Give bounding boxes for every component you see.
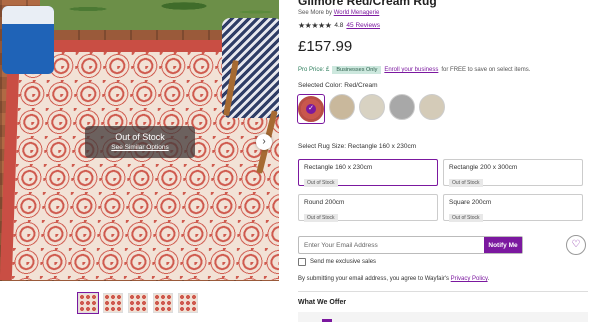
size-option-label: Square 200cm <box>449 199 492 206</box>
swatch-cream[interactable] <box>359 94 385 120</box>
rug-size-label: Select Rug Size: Rectangle 160 x 230cm <box>298 143 417 150</box>
out-of-stock-overlay: Out of Stock See Similar Options <box>85 126 195 158</box>
size-option-rect-160x230[interactable]: Rectangle 160 x 230cm Out of Stock <box>298 159 438 187</box>
product-price: £157.99 <box>298 38 353 55</box>
consent-text: By submitting your email address, you ag… <box>298 276 489 282</box>
swatch-beige[interactable] <box>329 94 355 120</box>
thumbnail-1[interactable] <box>77 292 99 314</box>
businesses-only-badge: Businesses Only <box>332 66 382 74</box>
thumbnail-4[interactable] <box>153 293 173 313</box>
offer-card <box>298 312 588 322</box>
product-main-image[interactable]: Out of Stock See Similar Options › <box>0 0 279 281</box>
out-of-stock-badge: Out of Stock <box>449 214 483 222</box>
see-more-prefix: See More by <box>298 10 333 16</box>
thumbnail-strip <box>77 292 198 314</box>
selected-color-label: Selected Color: Red/Cream <box>298 82 378 89</box>
consent-prefix: By submitting your email address, you ag… <box>298 276 449 282</box>
size-option-rect-200x300[interactable]: Rectangle 200 x 300cm Out of Stock <box>443 159 583 187</box>
swatch-gray[interactable] <box>389 94 415 120</box>
privacy-policy-link[interactable]: Privacy Policy <box>451 276 488 282</box>
thumbnail-2[interactable] <box>103 293 123 313</box>
size-option-round-200[interactable]: Round 200cm Out of Stock <box>298 194 438 222</box>
reviews-link[interactable]: 45 Reviews <box>346 22 380 29</box>
thumbnail-3[interactable] <box>128 293 148 313</box>
enroll-business-link[interactable]: Enroll your business <box>384 67 438 73</box>
size-option-label: Rectangle 160 x 230cm <box>304 164 373 171</box>
out-of-stock-badge: Out of Stock <box>449 179 483 187</box>
exclusive-sales-checkbox[interactable] <box>298 258 306 266</box>
swatch-red-cream[interactable]: ✓ <box>298 96 324 122</box>
exclusive-sales-label: Send me exclusive sales <box>310 259 377 265</box>
see-similar-options-link[interactable]: See Similar Options <box>85 144 195 151</box>
checkmark-icon: ✓ <box>306 104 316 114</box>
cooler-prop <box>2 6 54 74</box>
rating-value: 4.8 <box>334 22 344 29</box>
favorite-heart-icon[interactable]: ♡ <box>566 235 586 255</box>
pro-price-label: Pro Price: £ <box>298 67 330 73</box>
product-title: Gilmore Red/Cream Rug <box>298 0 437 8</box>
out-of-stock-badge: Out of Stock <box>304 179 338 187</box>
star-rating-icon: ★★★★★ <box>298 21 332 30</box>
swatch-light-beige[interactable] <box>419 94 445 120</box>
email-input[interactable] <box>299 237 484 253</box>
next-image-button[interactable]: › <box>256 134 272 150</box>
size-option-label: Rectangle 200 x 300cm <box>449 164 518 171</box>
size-option-label: Round 200cm <box>304 199 345 206</box>
rating-row: ★★★★★ 4.8 45 Reviews <box>298 21 380 30</box>
notify-me-button[interactable]: Notify Me <box>484 237 522 253</box>
pro-price-suffix: for FREE to save on select items. <box>441 67 531 73</box>
notify-form: Notify Me <box>298 236 523 254</box>
exclusive-sales-row: Send me exclusive sales <box>298 258 376 266</box>
section-divider <box>298 291 588 292</box>
out-of-stock-badge: Out of Stock <box>304 214 338 222</box>
chevron-right-icon: › <box>262 136 266 147</box>
what-we-offer-heading: What We Offer <box>298 299 347 306</box>
size-option-square-200[interactable]: Square 200cm Out of Stock <box>443 194 583 222</box>
thumbnail-5[interactable] <box>178 293 198 313</box>
consent-suffix: . <box>487 276 490 282</box>
out-of-stock-title: Out of Stock <box>115 132 165 142</box>
pro-price-row: Pro Price: £ Businesses Only Enroll your… <box>298 66 530 74</box>
see-more-by: See More by World Menagerie <box>298 10 379 16</box>
color-swatches: ✓ <box>297 94 445 124</box>
brand-link[interactable]: World Menagerie <box>334 10 380 16</box>
swatch-red-cream-selected[interactable]: ✓ <box>297 94 325 124</box>
